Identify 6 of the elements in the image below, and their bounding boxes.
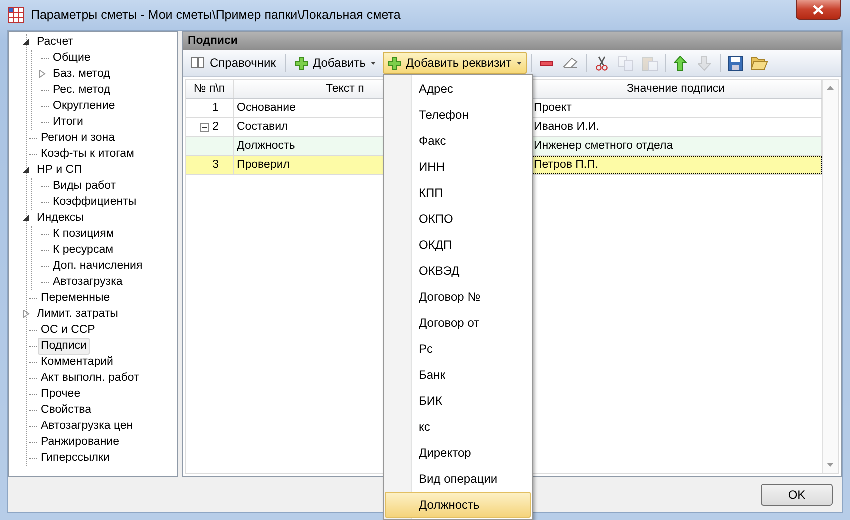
table-cell: 2 [186, 118, 234, 136]
panel-title: Подписи [188, 35, 238, 47]
table-cell: 3 [186, 156, 234, 174]
table-cell: 1 [186, 99, 234, 117]
table-cell: Петров П.П. [531, 156, 822, 174]
window-title: Параметры сметы - Мои сметы\Пример папки\Локальная смета [31, 8, 401, 22]
